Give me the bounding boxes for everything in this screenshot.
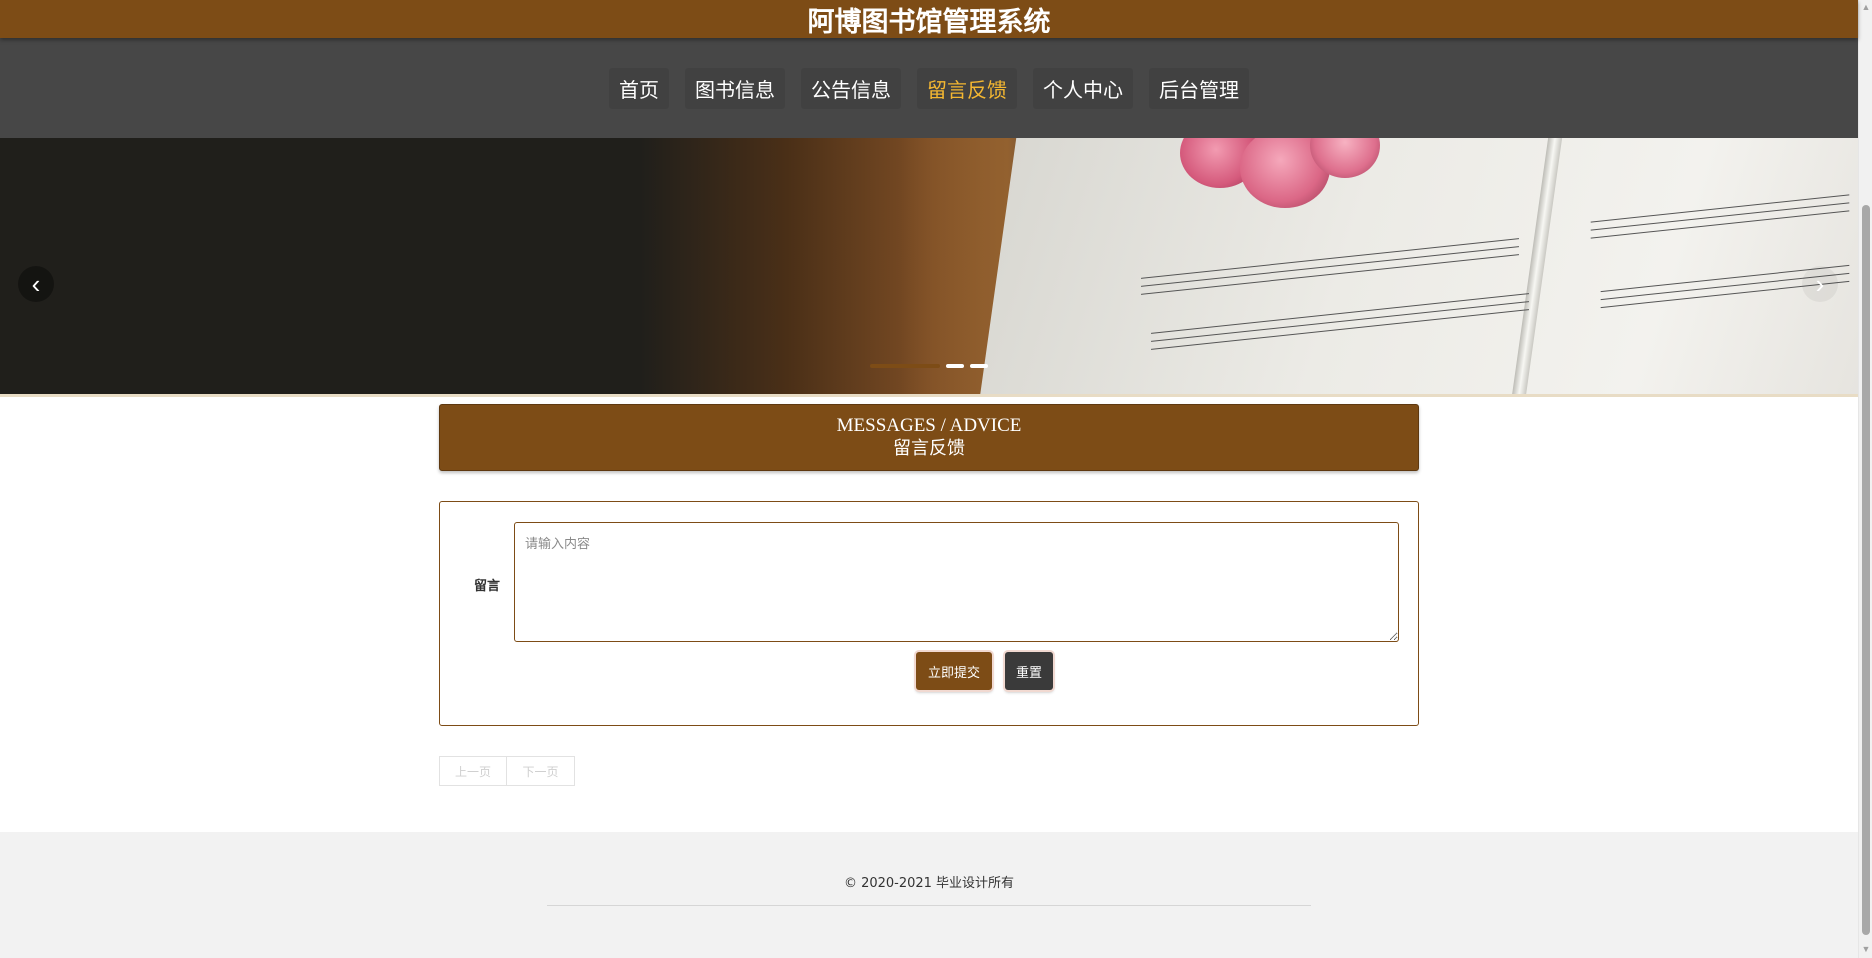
carousel-prev-icon[interactable]: ‹ [18, 266, 54, 302]
section-heading: MESSAGES / ADVICE 留言反馈 [439, 404, 1419, 471]
scroll-thumb[interactable] [1862, 205, 1870, 935]
carousel-indicator-2[interactable] [946, 364, 964, 368]
next-page-button[interactable]: 下一页 [507, 756, 575, 786]
banner-divider [0, 394, 1858, 397]
submit-button[interactable]: 立即提交 [916, 652, 992, 690]
page-scrollbar[interactable]: ▲ ▼ [1858, 0, 1872, 958]
site-title: 阿博图书馆管理系统 [807, 6, 1051, 37]
site-title-bar: 阿博图书馆管理系统 [0, 0, 1858, 38]
footer: © 2020-2021 毕业设计所有 [0, 832, 1858, 958]
section-title-en: MESSAGES / ADVICE [836, 414, 1022, 436]
footer-copyright: © 2020-2021 毕业设计所有 [843, 876, 1015, 891]
nav-item-announcements[interactable]: 公告信息 [801, 67, 901, 109]
message-form: 留言 立即提交 重置 [439, 501, 1419, 726]
nav-item-books[interactable]: 图书信息 [685, 67, 785, 109]
carousel-indicator-3[interactable] [970, 364, 988, 368]
carousel-next-icon[interactable]: › [1802, 266, 1838, 302]
section-title-cn: 留言反馈 [893, 437, 965, 459]
pagination: 上一页 下一页 [439, 756, 575, 786]
banner-carousel: ‹ › [0, 138, 1858, 396]
footer-divider [547, 905, 1311, 906]
nav-item-profile[interactable]: 个人中心 [1033, 67, 1133, 109]
message-label: 留言 [474, 579, 501, 594]
nav-item-home[interactable]: 首页 [609, 67, 669, 109]
banner-sheet-music-image [980, 138, 1858, 396]
main-nav: 首页 图书信息 公告信息 留言反馈 个人中心 后台管理 [0, 38, 1858, 138]
reset-button[interactable]: 重置 [1005, 652, 1053, 690]
nav-item-messages[interactable]: 留言反馈 [917, 67, 1017, 109]
prev-page-button[interactable]: 上一页 [439, 756, 507, 786]
nav-item-admin[interactable]: 后台管理 [1149, 67, 1249, 109]
message-textarea[interactable] [514, 522, 1399, 642]
scroll-down-icon[interactable]: ▼ [1861, 944, 1871, 954]
carousel-indicator-1[interactable] [870, 364, 940, 368]
scroll-up-icon[interactable]: ▲ [1861, 2, 1871, 12]
carousel-indicators [870, 364, 988, 368]
